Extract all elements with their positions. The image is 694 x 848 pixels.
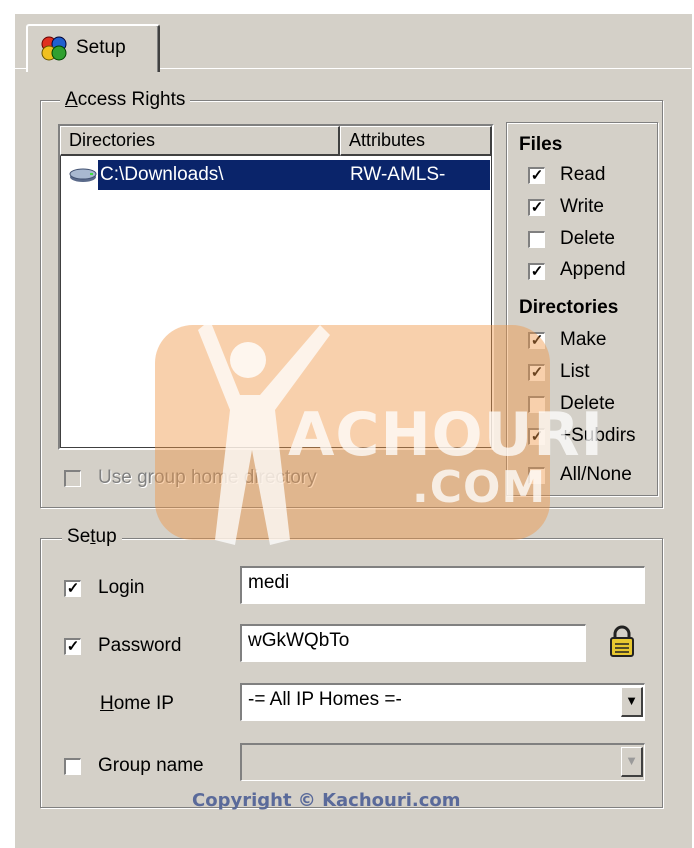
drive-icon <box>69 168 97 182</box>
dirs-make-label: Make <box>560 329 607 350</box>
home-ip-select[interactable]: -= All IP Homes =- ▼ <box>240 683 645 721</box>
row-directory: C:\Downloads\ <box>100 164 224 185</box>
setup-title-e: e <box>79 526 91 547</box>
use-group-home-checkbox[interactable] <box>64 470 81 487</box>
setup-cubes-icon <box>41 36 67 61</box>
tab-setup-label: Setup <box>76 37 126 58</box>
files-read-label: Read <box>560 164 606 185</box>
login-checkbox[interactable]: ✓ <box>64 580 81 597</box>
chevron-down-icon[interactable]: ▼ <box>621 687 643 717</box>
login-field[interactable]: medi <box>240 566 645 604</box>
files-append-label: Append <box>560 259 626 280</box>
watermark-text-com: .COM <box>412 462 547 513</box>
home-ip-label: Home IP <box>100 693 174 715</box>
home-ip-value: -= All IP Homes =- <box>248 689 402 710</box>
group-name-checkbox[interactable] <box>64 758 81 775</box>
files-delete-label: Delete <box>560 228 615 249</box>
padlock-icon[interactable] <box>608 624 636 658</box>
copyright-text: Copyright © Kachouri.com <box>192 790 461 811</box>
group-name-chevron-down-icon[interactable]: ▼ <box>621 747 643 777</box>
row-attributes: RW-AMLS- <box>350 164 446 185</box>
access-rights-title: Access Rights <box>60 89 191 111</box>
password-checkbox[interactable]: ✓ <box>64 638 81 655</box>
files-append-checkbox[interactable]: ✓ <box>528 263 545 280</box>
setup-title-s: S <box>67 526 80 547</box>
tab-setup[interactable]: Setup <box>26 24 160 72</box>
column-header-directories[interactable]: Directories <box>60 126 340 156</box>
dirs-list-label: List <box>560 361 590 382</box>
group-name-select[interactable]: ▼ <box>240 743 645 781</box>
table-row[interactable]: C:\Downloads\ RW-AMLS- <box>98 160 490 190</box>
group-name-label: Group name <box>98 755 204 776</box>
files-delete-checkbox[interactable] <box>528 231 545 248</box>
password-field[interactable]: wGkWQbTo <box>240 624 586 662</box>
column-header-attributes[interactable]: Attributes <box>340 126 492 156</box>
files-read-checkbox[interactable]: ✓ <box>528 167 545 184</box>
access-rights-title-rest: ccess Rights <box>77 89 186 110</box>
password-label: Password <box>98 635 182 656</box>
home-ip-label-rest: ome IP <box>113 693 174 714</box>
files-write-checkbox[interactable]: ✓ <box>528 199 545 216</box>
directories-section-title: Directories <box>519 297 619 318</box>
setup-title-up: up <box>95 526 117 547</box>
home-ip-label-h: H <box>100 693 114 714</box>
files-section-title: Files <box>519 134 563 155</box>
watermark-text: ACHOURI <box>288 400 604 470</box>
files-write-label: Write <box>560 196 604 217</box>
setup-group-title: Setup <box>62 526 122 548</box>
login-label: Login <box>98 577 145 598</box>
